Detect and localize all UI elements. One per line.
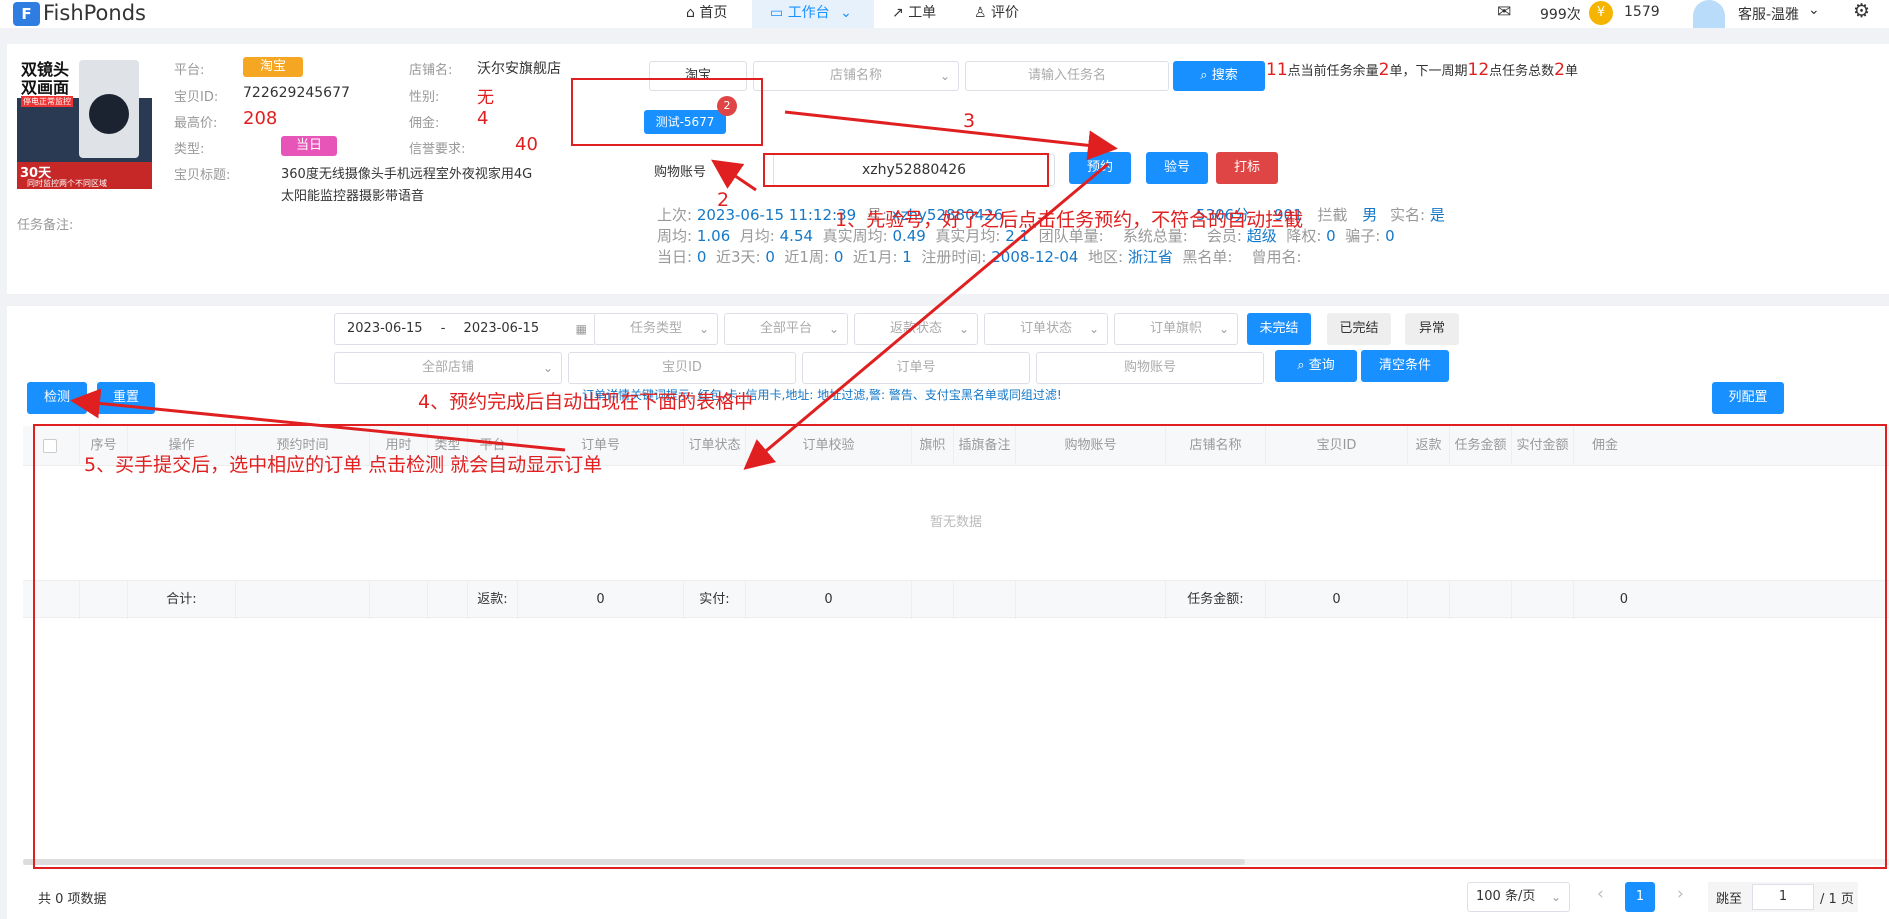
annotation-step-1: 1、先验号，好了之后点击任务预约，不符合的自动拦截 [835, 209, 1304, 231]
annotation-step-4: 4、预约完成后自动出现在下面的表格中 [418, 391, 754, 413]
annotation-step-5: 5、买手提交后，选中相应的订单 点击检测 就会自动显示订单 [84, 454, 603, 476]
annotation-arrow-2 [711, 159, 757, 192]
annotation-box-table [33, 424, 1887, 869]
annotation-box-account [763, 153, 1049, 187]
annotation-arrow-3 [784, 110, 1118, 161]
annotation-step-3: 3 [963, 110, 976, 132]
annotation-box-task [571, 78, 763, 146]
annotation-step-2: 2 [717, 189, 730, 211]
